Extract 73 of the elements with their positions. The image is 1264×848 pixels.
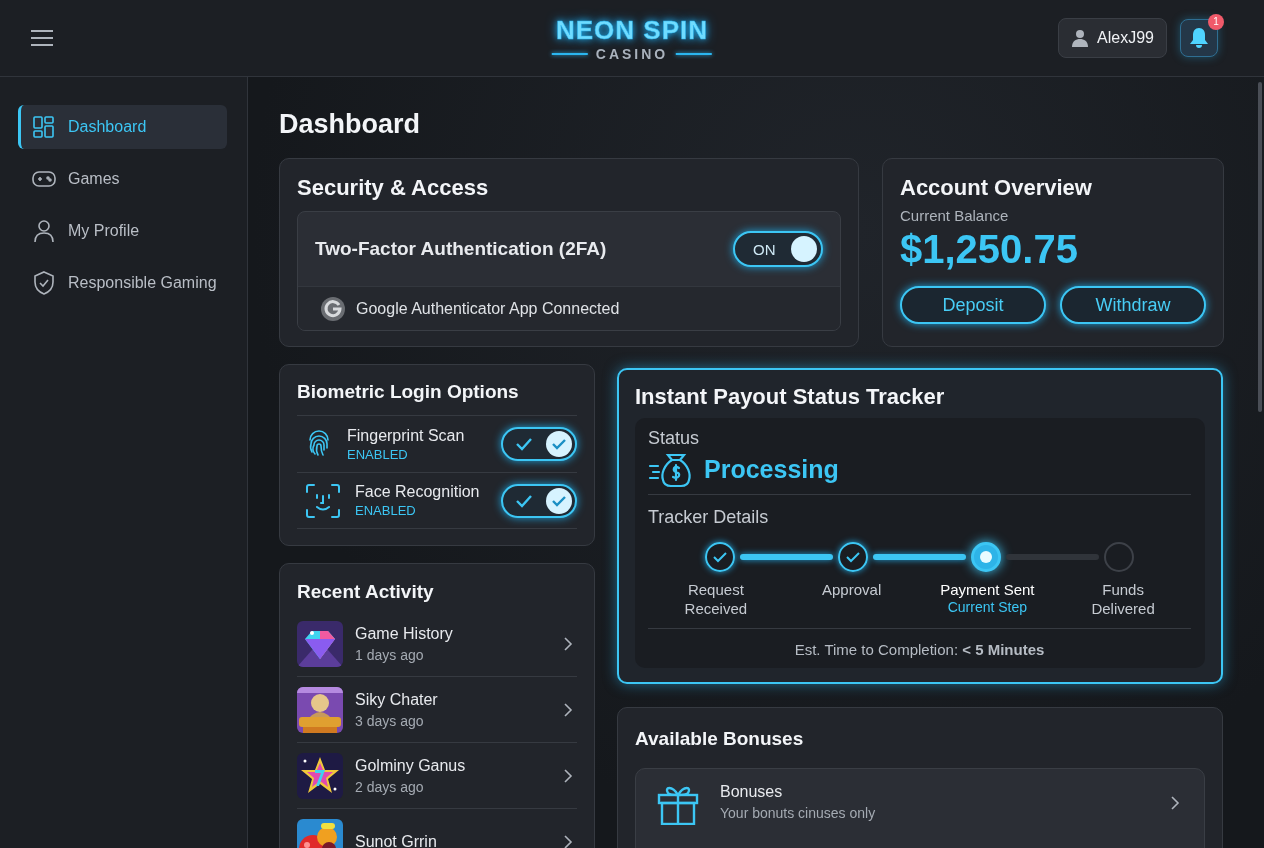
nav-item[interactable]: Responsible Gaming bbox=[18, 261, 227, 305]
step-note: Current Step bbox=[947, 599, 1028, 615]
step-label: Approval bbox=[821, 580, 883, 599]
card-title: Security & Access bbox=[297, 175, 490, 201]
status-label: Status bbox=[648, 428, 701, 449]
dashboard-icon bbox=[32, 115, 56, 139]
user-icon bbox=[1071, 29, 1090, 47]
setting-label: Two-Factor Authentication (2FA) bbox=[315, 238, 607, 260]
chevron-right-icon bbox=[563, 635, 573, 652]
chevron-right-icon bbox=[563, 767, 573, 784]
toggle-switch[interactable] bbox=[501, 427, 577, 461]
check-icon bbox=[551, 494, 567, 507]
activity-title: Sunot Grrin bbox=[355, 832, 437, 848]
check-icon bbox=[713, 551, 727, 563]
balance-amount: $1,250.75 bbox=[900, 226, 1079, 272]
status-label: ENABLED bbox=[347, 446, 409, 462]
face-scan-icon bbox=[305, 482, 341, 519]
scrollbar[interactable] bbox=[1258, 82, 1262, 412]
activity-title: Golminy Ganus bbox=[355, 756, 466, 775]
status-text: Google Authenticator App Connected bbox=[356, 299, 620, 318]
completion-estimate: Est. Time to Completion: < 5 Minutes bbox=[793, 640, 1046, 658]
user-button[interactable]: AlexJ99 bbox=[1058, 18, 1167, 58]
toggle-switch[interactable]: ON bbox=[733, 231, 823, 267]
toggle-switch[interactable] bbox=[501, 483, 577, 518]
check-icon bbox=[515, 493, 533, 508]
card-title: Account Overview bbox=[900, 175, 1093, 201]
withdraw-button[interactable]: Withdraw bbox=[1060, 286, 1206, 324]
chevron-right-icon bbox=[563, 701, 573, 718]
step-label: Payment Sent bbox=[940, 580, 1035, 599]
chevron-right-icon bbox=[563, 833, 573, 848]
bonus-description: Your bonuts cinuses only bbox=[720, 805, 876, 821]
check-icon bbox=[515, 437, 533, 451]
bell-icon bbox=[1189, 27, 1209, 49]
user-icon bbox=[32, 219, 56, 243]
money-bag-icon bbox=[648, 451, 694, 488]
notification-badge: 1 bbox=[1208, 14, 1224, 30]
option-label: Face Recognition bbox=[355, 483, 480, 501]
activity-item[interactable]: Golminy Ganus 2 days ago bbox=[297, 743, 577, 809]
page-title: Dashboard bbox=[279, 109, 422, 140]
nav-item[interactable]: Games bbox=[18, 157, 227, 201]
deposit-button[interactable]: Deposit bbox=[900, 286, 1046, 324]
option-label: Fingerprint Scan bbox=[347, 426, 465, 445]
card-title: Instant Payout Status Tracker bbox=[635, 384, 946, 410]
activity-time: 1 days ago bbox=[355, 646, 425, 663]
activity-title: Game History bbox=[355, 624, 453, 643]
activity-item[interactable]: Siky Chater 3 days ago bbox=[297, 677, 577, 743]
status-value: Processing bbox=[704, 455, 839, 484]
step-label: Request Received bbox=[683, 580, 749, 618]
activity-time: 2 days ago bbox=[355, 778, 425, 795]
balance-label: Current Balance bbox=[900, 207, 1010, 224]
shield-icon bbox=[32, 271, 56, 295]
section-title: Tracker Details bbox=[648, 507, 770, 528]
card-title: Recent Activity bbox=[297, 581, 435, 603]
bonus-item[interactable]: Bonuses Your bonuts cinuses only bbox=[635, 768, 1205, 848]
status-label: ENABLED bbox=[355, 503, 417, 518]
nav-item[interactable]: Dashboard bbox=[18, 105, 227, 149]
step-label: Funds Delivered bbox=[1090, 580, 1156, 618]
check-icon bbox=[846, 551, 860, 563]
app-logo-icon bbox=[320, 295, 346, 322]
activity-item[interactable]: Sunot Grrin bbox=[297, 809, 577, 848]
menu-icon[interactable] bbox=[30, 29, 54, 47]
card-title: Available Bonuses bbox=[635, 728, 805, 750]
logo-title: NEON SPIN bbox=[556, 14, 708, 46]
bonus-title: Bonuses bbox=[720, 783, 784, 801]
notification-button[interactable] bbox=[1180, 19, 1218, 57]
chevron-right-icon bbox=[1170, 795, 1180, 811]
check-icon bbox=[551, 438, 567, 450]
activity-time: 3 days ago bbox=[355, 712, 425, 729]
activity-title: Siky Chater bbox=[355, 690, 438, 709]
card-title: Biometric Login Options bbox=[297, 381, 520, 403]
nav-item[interactable]: My Profile bbox=[18, 209, 227, 253]
logo-subtitle: CASINO bbox=[595, 46, 669, 62]
activity-item[interactable]: Game History 1 days ago bbox=[297, 611, 577, 677]
